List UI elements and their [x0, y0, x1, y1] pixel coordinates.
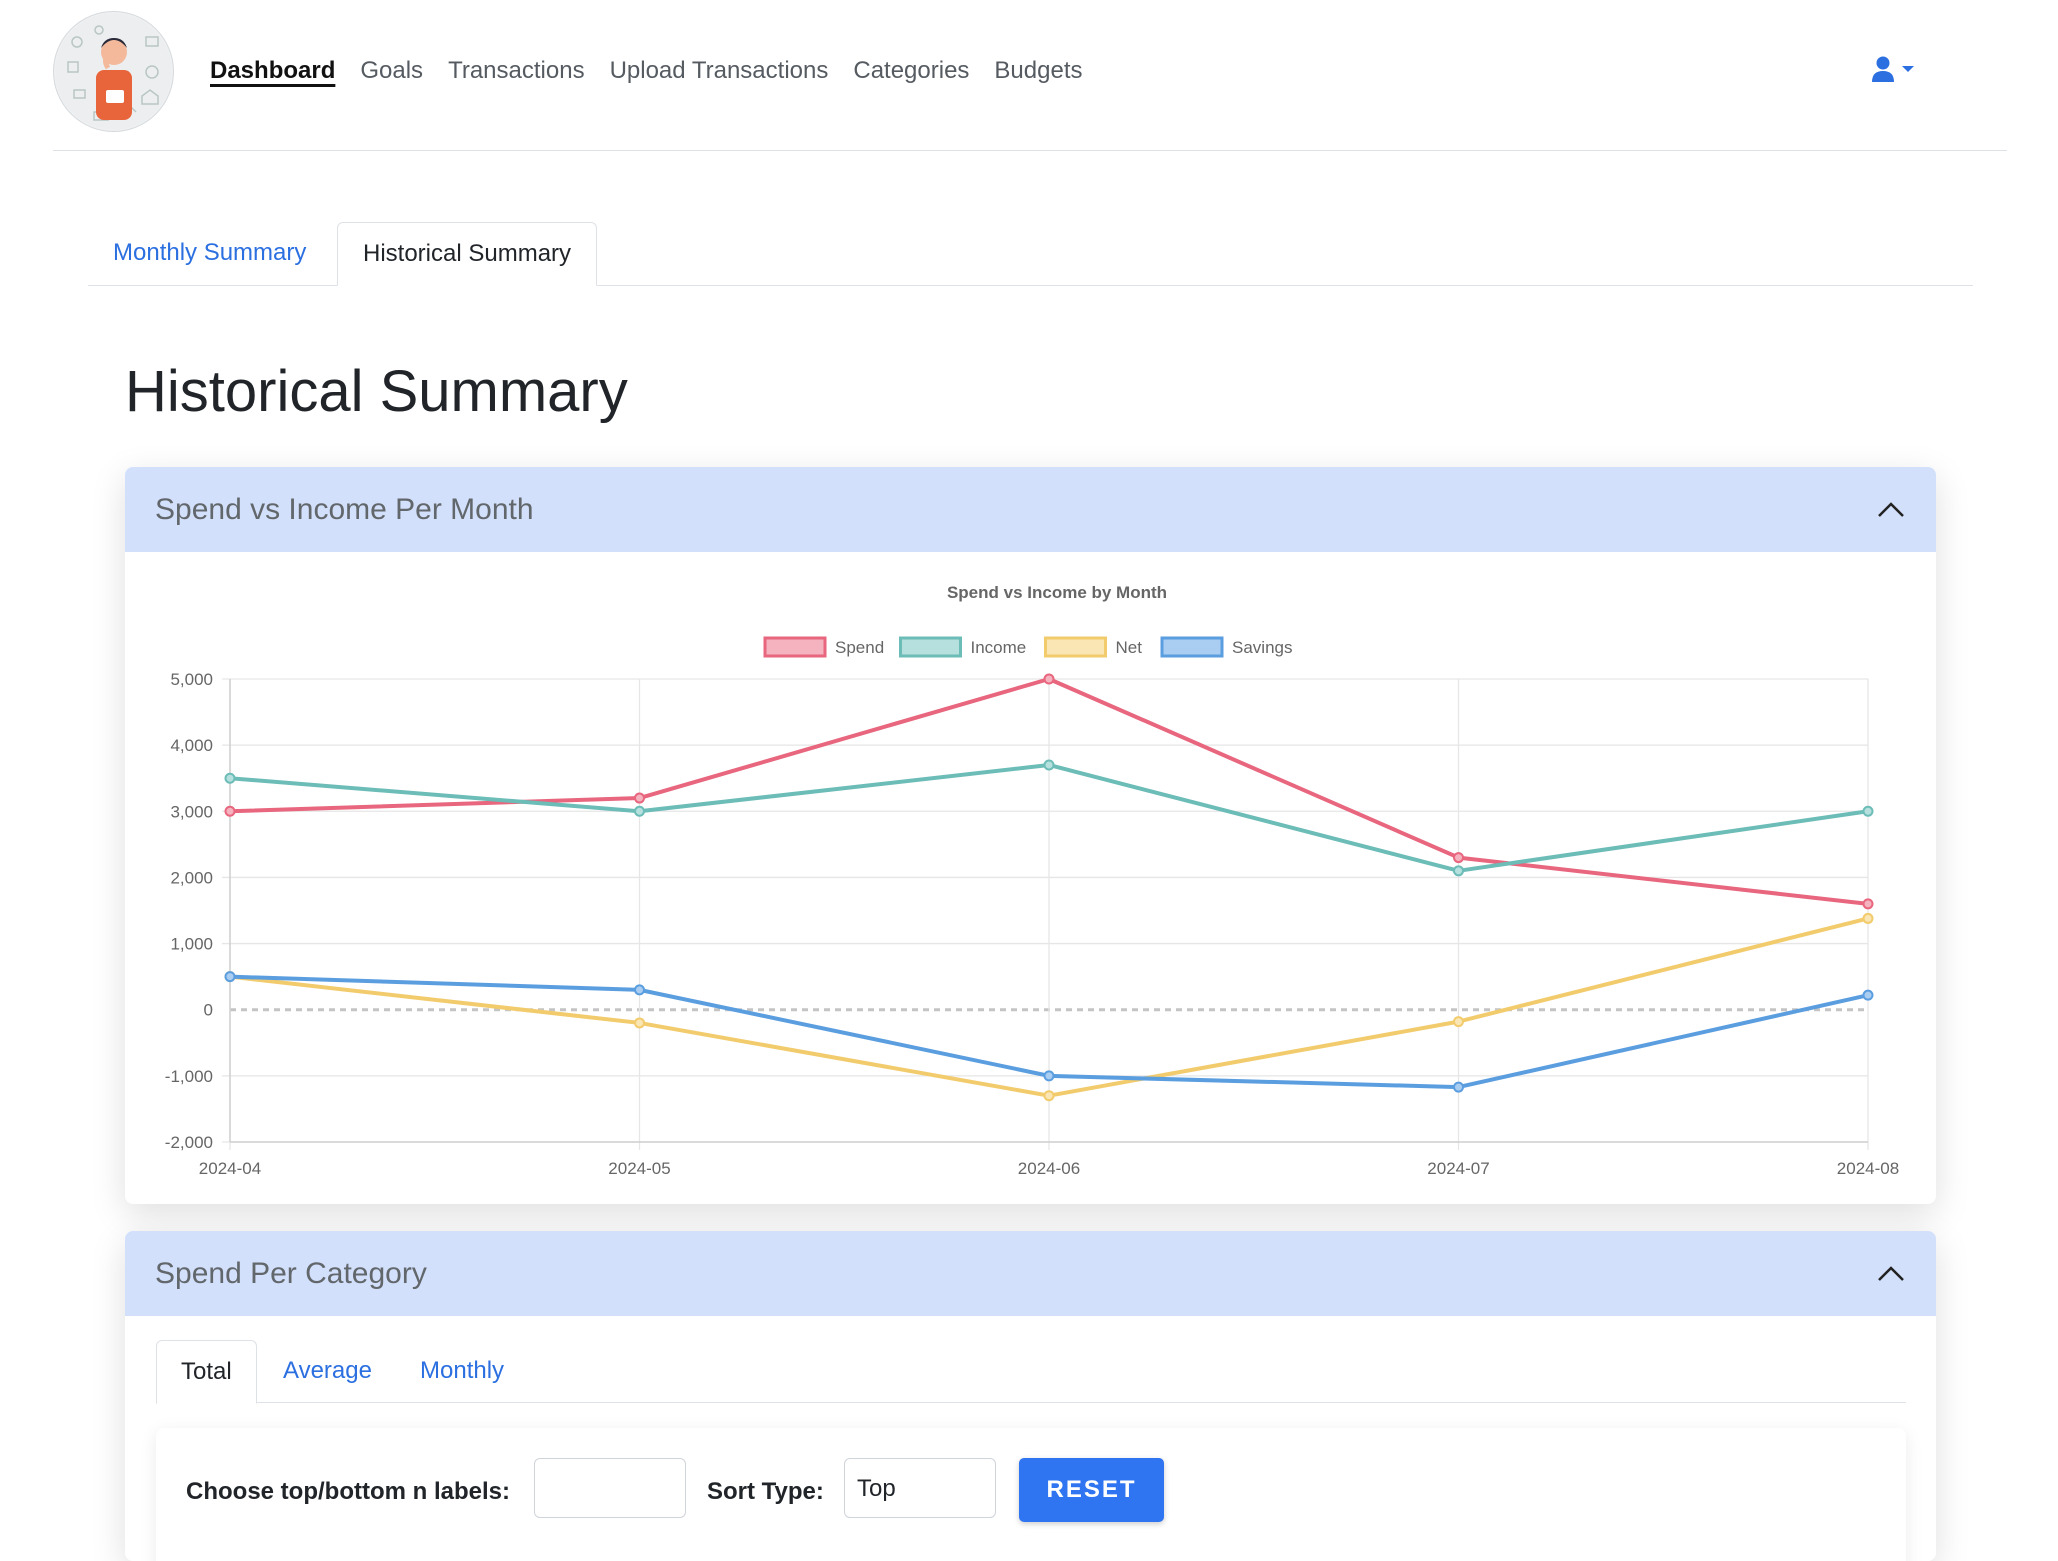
data-point — [1043, 759, 1055, 771]
spend-category-card-header[interactable]: Spend Per Category — [125, 1231, 1936, 1316]
y-tick-label: 0 — [204, 1001, 213, 1020]
user-icon — [1872, 56, 1894, 82]
y-tick-label: -1,000 — [165, 1067, 213, 1086]
legend-swatch — [1160, 636, 1224, 658]
sort-type-label: Sort Type: — [707, 1478, 824, 1505]
navbar: Dashboard Goals Transactions Upload Tran… — [53, 0, 2007, 151]
legend-label: Savings — [1232, 638, 1292, 657]
data-point — [224, 772, 236, 784]
data-point — [634, 792, 645, 804]
spend-category-card: Spend Per Category Total Average Monthly… — [125, 1231, 1936, 1561]
tab-monthly[interactable]: Monthly — [396, 1340, 528, 1402]
data-point — [1453, 1016, 1464, 1028]
y-tick-label: 1,000 — [170, 935, 213, 954]
chevron-up-icon[interactable] — [1876, 500, 1906, 520]
legend-swatch — [763, 636, 827, 658]
sort-type-select[interactable]: Top — [844, 1458, 996, 1518]
nav-item-categories[interactable]: Categories — [853, 54, 969, 88]
data-point — [1453, 865, 1464, 877]
card-title: Spend vs Income Per Month — [155, 492, 534, 526]
user-menu-toggle[interactable] — [1871, 56, 1915, 82]
spend-income-card-header[interactable]: Spend vs Income Per Month — [125, 467, 1936, 552]
y-tick-label: -2,000 — [165, 1133, 213, 1152]
data-point — [224, 805, 236, 817]
tab-historical-summary[interactable]: Historical Summary — [337, 222, 598, 286]
legend-label: Spend — [835, 638, 884, 657]
nav-item-upload-transactions[interactable]: Upload Transactions — [610, 54, 829, 88]
x-tick-label: 2024-08 — [1837, 1159, 1899, 1178]
page-title: Historical Summary — [125, 359, 628, 424]
tab-total[interactable]: Total — [156, 1340, 257, 1404]
legend-swatch — [1044, 636, 1107, 658]
tab-monthly-summary[interactable]: Monthly Summary — [88, 222, 331, 284]
data-point — [1043, 1070, 1055, 1082]
y-tick-label: 2,000 — [170, 868, 213, 887]
data-point — [1862, 989, 1874, 1001]
data-point — [1862, 805, 1874, 817]
data-point — [1043, 673, 1055, 685]
spend-income-chart: Spend vs Income by Month Spend Income Net Sa… — [165, 583, 1899, 1178]
reset-button[interactable]: RESET — [1019, 1458, 1164, 1522]
top-n-label: Choose top/bottom n labels: — [186, 1478, 510, 1505]
category-tabs: Total Average Monthly — [156, 1340, 1906, 1404]
legend-label: Income — [971, 638, 1027, 657]
tab-average[interactable]: Average — [259, 1340, 396, 1402]
y-tick-label: 4,000 — [170, 736, 213, 755]
legend-swatch — [899, 636, 962, 658]
legend-label: Net — [1116, 638, 1143, 657]
data-point — [1043, 1090, 1055, 1102]
spend-income-card: Spend vs Income Per Month Spend vs Incom… — [125, 467, 1936, 1204]
nav-links: Dashboard Goals Transactions Upload Tran… — [210, 54, 1108, 88]
data-point — [1453, 1081, 1464, 1093]
chart-title: Spend vs Income by Month — [947, 583, 1167, 602]
x-tick-label: 2024-04 — [199, 1159, 261, 1178]
y-tick-label: 5,000 — [170, 670, 213, 689]
x-tick-label: 2024-06 — [1018, 1159, 1080, 1178]
summary-tabs: Monthly Summary Historical Summary — [88, 222, 1973, 286]
data-point — [634, 984, 645, 996]
data-point — [634, 805, 645, 817]
logo-illustration-icon — [55, 13, 172, 130]
category-filter: Choose top/bottom n labels: Sort Type: T… — [156, 1428, 1906, 1561]
top-n-input[interactable] — [534, 1458, 686, 1518]
nav-item-transactions[interactable]: Transactions — [448, 54, 585, 88]
caret-down-icon — [1902, 66, 1914, 72]
data-point — [634, 1017, 645, 1029]
x-tick-label: 2024-05 — [608, 1159, 670, 1178]
data-point — [1453, 852, 1464, 864]
card-title: Spend Per Category — [155, 1256, 427, 1290]
nav-item-budgets[interactable]: Budgets — [994, 54, 1082, 88]
chevron-up-icon[interactable] — [1876, 1264, 1906, 1284]
logo[interactable] — [53, 11, 174, 132]
x-tick-label: 2024-07 — [1427, 1159, 1489, 1178]
data-point — [1862, 912, 1874, 924]
nav-item-dashboard[interactable]: Dashboard — [210, 54, 335, 88]
data-point — [224, 971, 236, 983]
y-tick-label: 3,000 — [170, 802, 213, 821]
data-point — [1862, 898, 1874, 910]
nav-item-goals[interactable]: Goals — [360, 54, 423, 88]
